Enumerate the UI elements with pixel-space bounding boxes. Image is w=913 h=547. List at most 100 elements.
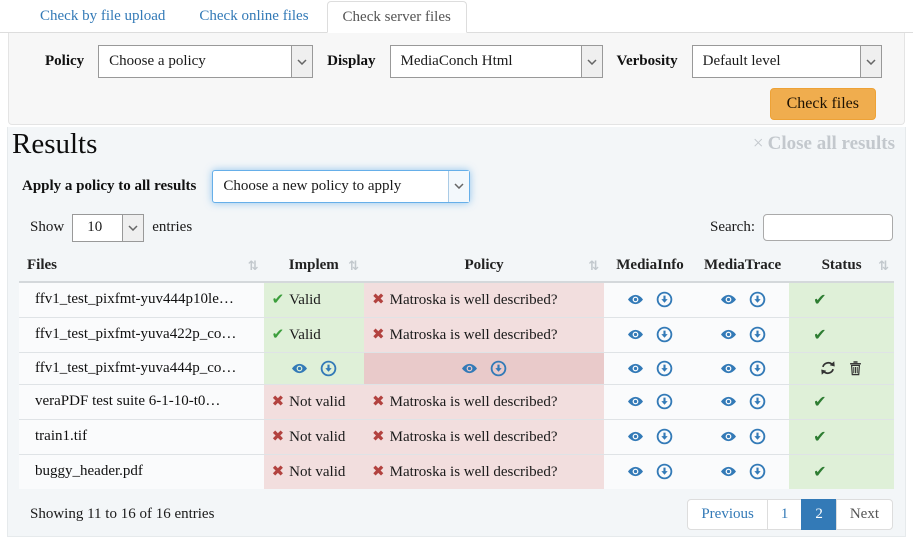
verbosity-label: Verbosity	[617, 53, 678, 70]
chevron-down-icon	[291, 46, 312, 77]
page-2[interactable]: 2	[801, 499, 837, 530]
policy-select[interactable]: Choose a policy	[98, 45, 313, 78]
download-circle-icon[interactable]	[656, 463, 673, 480]
check-icon: ✔	[813, 462, 826, 481]
download-circle-icon[interactable]	[656, 393, 673, 410]
check-icon: ✔	[813, 290, 826, 309]
download-circle-icon[interactable]	[749, 428, 766, 445]
download-circle-icon[interactable]	[490, 360, 507, 377]
page-next[interactable]: Next	[836, 499, 893, 530]
display-select[interactable]: MediaConch Html	[390, 45, 603, 78]
eye-icon[interactable]	[627, 326, 644, 343]
mediainfo-cell	[604, 454, 696, 489]
mediainfo-cell	[604, 282, 696, 318]
cross-icon: ✖	[272, 392, 285, 410]
refresh-icon[interactable]	[820, 360, 836, 376]
eye-icon[interactable]	[627, 393, 644, 410]
download-circle-icon[interactable]	[320, 360, 337, 377]
page-previous[interactable]: Previous	[687, 499, 768, 530]
cross-icon: ✖	[372, 325, 385, 343]
status-cell	[789, 352, 894, 384]
trash-icon[interactable]	[848, 360, 863, 376]
table-row: ffv1_test_pixfmt-yuva422p_co…✔Valid✖Matr…	[19, 317, 894, 352]
download-circle-icon[interactable]	[749, 393, 766, 410]
show-entries-select[interactable]: 10	[72, 214, 144, 242]
sort-icon[interactable]: ⇅	[248, 259, 258, 274]
tab-check-server-files[interactable]: Check server files	[327, 1, 467, 33]
eye-icon[interactable]	[720, 326, 737, 343]
tab-check-online-files[interactable]: Check online files	[183, 0, 324, 32]
mediatrace-cell	[696, 454, 789, 489]
eye-icon[interactable]	[627, 291, 644, 308]
check-icon: ✔	[272, 325, 285, 343]
close-icon: ×	[753, 133, 764, 154]
eye-icon[interactable]	[720, 291, 737, 308]
table-row: veraPDF test suite 6-1-10-t0…✖Not valid✖…	[19, 384, 894, 419]
implem-cell: ✖Not valid	[264, 384, 364, 419]
page-1[interactable]: 1	[767, 499, 803, 530]
download-circle-icon[interactable]	[656, 291, 673, 308]
check-icon: ✔	[813, 325, 826, 344]
sort-icon[interactable]: ⇅	[588, 259, 598, 274]
eye-icon[interactable]	[720, 463, 737, 480]
file-name-cell: buggy_header.pdf	[19, 454, 264, 489]
mediatrace-cell	[696, 317, 789, 352]
download-circle-icon[interactable]	[749, 291, 766, 308]
eye-icon[interactable]	[720, 428, 737, 445]
chevron-down-icon	[122, 215, 143, 241]
results-table: Files⇅Implem⇅Policy⇅MediaInfoMediaTraceS…	[19, 250, 894, 489]
download-circle-icon[interactable]	[749, 326, 766, 343]
cross-icon: ✖	[372, 392, 385, 410]
tab-check-by-file-upload[interactable]: Check by file upload	[24, 0, 181, 32]
sort-icon[interactable]: ⇅	[878, 259, 888, 274]
check-files-button[interactable]: Check files	[770, 88, 876, 120]
eye-icon[interactable]	[627, 428, 644, 445]
column-header-mediainfo: MediaInfo	[604, 250, 696, 282]
download-circle-icon[interactable]	[749, 463, 766, 480]
table-info: Showing 11 to 16 of 16 entries	[30, 506, 214, 523]
apply-policy-select[interactable]: Choose a new policy to apply	[212, 170, 470, 203]
download-circle-icon[interactable]	[656, 428, 673, 445]
download-circle-icon[interactable]	[749, 360, 766, 377]
column-header-mediatrace: MediaTrace	[696, 250, 789, 282]
file-name-cell: ffv1_test_pixfmt-yuva444p_co…	[19, 352, 264, 384]
table-row: buggy_header.pdf✖Not valid✖Matroska is w…	[19, 454, 894, 489]
file-name-cell: ffv1_test_pixfmt-yuv444p10le…	[19, 282, 264, 318]
policy-cell: ✖Matroska is well described?	[364, 384, 604, 419]
eye-icon[interactable]	[461, 360, 478, 377]
column-header-implem[interactable]: Implem⇅	[264, 250, 364, 282]
implem-cell: ✖Not valid	[264, 419, 364, 454]
table-row: ffv1_test_pixfmt-yuva444p_co…	[19, 352, 894, 384]
results-title: Results	[12, 129, 97, 161]
download-circle-icon[interactable]	[656, 326, 673, 343]
mediainfo-cell	[604, 384, 696, 419]
file-name-cell: train1.tif	[19, 419, 264, 454]
eye-icon[interactable]	[627, 463, 644, 480]
check-tabs: Check by file uploadCheck online filesCh…	[0, 0, 913, 33]
cross-icon: ✖	[372, 290, 385, 308]
eye-icon[interactable]	[627, 360, 644, 377]
sort-icon[interactable]: ⇅	[348, 259, 358, 274]
verbosity-select[interactable]: Default level	[692, 45, 882, 78]
mediatrace-cell	[696, 384, 789, 419]
eye-icon[interactable]	[720, 393, 737, 410]
chevron-down-icon	[581, 46, 602, 77]
search-input[interactable]	[763, 214, 893, 241]
implem-cell: ✔Valid	[264, 282, 364, 318]
eye-icon[interactable]	[720, 360, 737, 377]
file-name-cell: veraPDF test suite 6-1-10-t0…	[19, 384, 264, 419]
cross-icon: ✖	[372, 427, 385, 445]
mediatrace-cell	[696, 352, 789, 384]
column-header-policy[interactable]: Policy⇅	[364, 250, 604, 282]
column-header-files[interactable]: Files⇅	[19, 250, 264, 282]
results-panel: Results ×Close all results Apply a polic…	[7, 127, 906, 537]
mediainfo-cell	[604, 352, 696, 384]
close-all-results-button[interactable]: ×Close all results	[753, 133, 895, 155]
download-circle-icon[interactable]	[656, 360, 673, 377]
implem-cell: ✖Not valid	[264, 454, 364, 489]
column-header-status[interactable]: Status⇅	[789, 250, 894, 282]
apply-policy-label: Apply a policy to all results	[22, 178, 196, 195]
implem-cell	[264, 352, 364, 384]
mediatrace-cell	[696, 419, 789, 454]
eye-icon[interactable]	[291, 360, 308, 377]
